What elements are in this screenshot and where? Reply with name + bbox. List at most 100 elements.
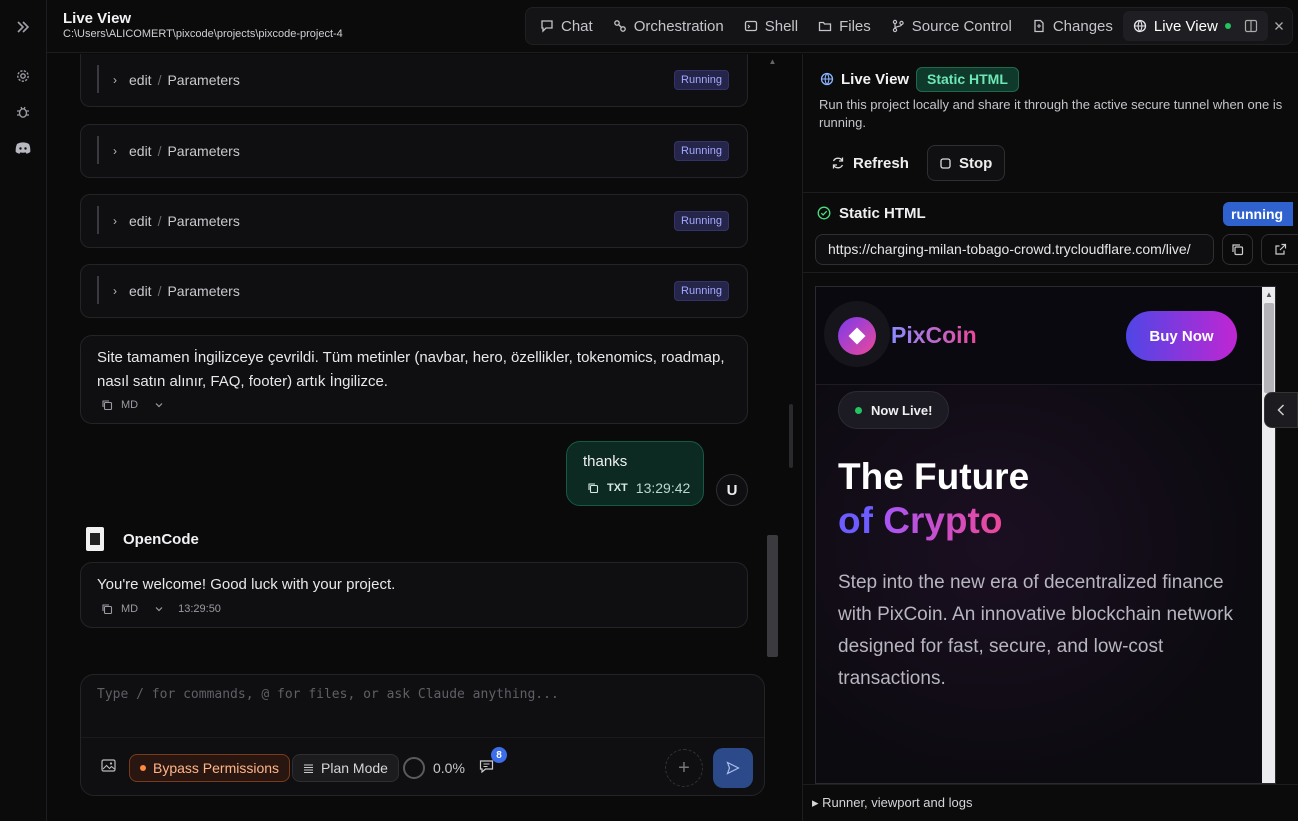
copy-icon[interactable] bbox=[101, 399, 113, 411]
divider bbox=[803, 192, 1298, 193]
user-avatar: U bbox=[716, 474, 748, 506]
preview-buy-button[interactable]: Buy Now bbox=[1126, 311, 1237, 361]
globe-icon bbox=[1133, 19, 1147, 33]
message-composer: Type / for commands, @ for files, or ask… bbox=[80, 674, 765, 796]
message-text: Site tamamen İngilizceye çevrildi. Tüm m… bbox=[97, 349, 725, 390]
chevron-right-icon: › bbox=[113, 144, 117, 158]
tool-call-card[interactable]: › edit / Parameters Running bbox=[80, 194, 748, 248]
chat-icon bbox=[541, 20, 553, 33]
message-text: You're welcome! Good luck with your proj… bbox=[97, 576, 396, 593]
tool-call-card[interactable]: › edit / Parameters Running bbox=[80, 54, 748, 107]
list-icon bbox=[304, 763, 313, 773]
live-label: Now Live! bbox=[871, 402, 933, 418]
scroll-up-arrow[interactable]: ▲ bbox=[767, 57, 778, 67]
runner-logs-toggle[interactable]: ▸ Runner, viewport and logs bbox=[812, 795, 972, 811]
message-meta: TXT 13:29:42 bbox=[587, 480, 690, 496]
format-label: MD bbox=[121, 603, 139, 615]
bypass-label: Bypass Permissions bbox=[153, 760, 280, 776]
tool-call-accent bbox=[97, 276, 99, 304]
tab-label: Live View bbox=[1153, 17, 1218, 35]
tool-separator: / bbox=[157, 72, 162, 88]
tab-label: Files bbox=[839, 17, 871, 35]
stop-label: Stop bbox=[959, 154, 993, 172]
tool-target: Parameters bbox=[167, 72, 240, 88]
bug-report-icon[interactable] bbox=[12, 101, 34, 123]
close-icon bbox=[1274, 22, 1283, 30]
context-usage-ring bbox=[403, 757, 425, 779]
tool-separator: / bbox=[157, 283, 162, 299]
folder-icon bbox=[818, 21, 832, 32]
bypass-permissions-button[interactable]: Bypass Permissions bbox=[129, 754, 291, 782]
panel-description: Run this project locally and share it th… bbox=[819, 97, 1283, 130]
collapse-panel-button[interactable] bbox=[1264, 392, 1298, 428]
close-tab-button[interactable] bbox=[1268, 11, 1290, 41]
refresh-button[interactable]: Refresh bbox=[819, 145, 921, 181]
message-queue-icon[interactable] bbox=[479, 759, 494, 778]
open-external-button[interactable] bbox=[1261, 234, 1298, 265]
tab-files[interactable]: Files bbox=[808, 11, 881, 41]
refresh-label: Refresh bbox=[853, 154, 909, 172]
status-badge: Running bbox=[674, 211, 729, 231]
message-text: thanks bbox=[583, 453, 628, 470]
attach-image-icon[interactable] bbox=[101, 759, 116, 777]
preview-scrollbar-thumb[interactable] bbox=[1264, 303, 1274, 393]
send-button[interactable] bbox=[713, 748, 753, 788]
copy-url-button[interactable] bbox=[1222, 234, 1253, 265]
context-usage-percent: 0.0% bbox=[433, 760, 465, 776]
tool-call-card[interactable]: › edit / Parameters Running bbox=[80, 264, 748, 318]
preview-scroll-up-arrow[interactable]: ▲ bbox=[1265, 290, 1273, 299]
tab-live-view[interactable]: Live View bbox=[1122, 11, 1268, 41]
site-preview-frame[interactable]: PixCoin Buy Now Now Live! The Future of … bbox=[815, 286, 1276, 784]
settings-gear-icon[interactable] bbox=[12, 65, 34, 87]
file-diff-icon bbox=[1034, 19, 1044, 33]
tool-call-label: edit / Parameters bbox=[129, 72, 240, 88]
chat-scrollbar-thumb[interactable] bbox=[767, 535, 778, 657]
discord-icon[interactable] bbox=[12, 137, 34, 159]
stop-button[interactable]: Stop bbox=[927, 145, 1006, 181]
split-view-icon[interactable] bbox=[1244, 19, 1258, 33]
tool-action: edit bbox=[129, 143, 152, 159]
preview-navbar: PixCoin Buy Now bbox=[816, 287, 1262, 385]
tab-source-control[interactable]: Source Control bbox=[881, 11, 1022, 41]
tab-orchestration[interactable]: Orchestration bbox=[603, 11, 734, 41]
copy-icon[interactable] bbox=[101, 603, 113, 615]
git-branch-icon bbox=[892, 19, 904, 33]
runner-label: Runner, viewport and logs bbox=[822, 795, 973, 810]
left-rail bbox=[0, 0, 47, 821]
stop-icon bbox=[940, 157, 951, 169]
tool-target: Parameters bbox=[167, 213, 240, 229]
composer-input[interactable]: Type / for commands, @ for files, or ask… bbox=[97, 687, 559, 702]
tab-chat[interactable]: Chat bbox=[530, 11, 603, 41]
top-header: Live View C:\Users\ALICOMERT\pixcode\pro… bbox=[47, 0, 1298, 53]
tab-changes[interactable]: Changes bbox=[1022, 11, 1123, 41]
plan-label: Plan Mode bbox=[321, 760, 388, 776]
chevron-down-icon[interactable] bbox=[154, 400, 164, 410]
external-link-icon bbox=[1275, 243, 1287, 255]
tool-call-card[interactable]: › edit / Parameters Running bbox=[80, 124, 748, 178]
user-message: thanks TXT 13:29:42 bbox=[566, 441, 704, 506]
copy-icon[interactable] bbox=[587, 482, 599, 494]
tool-call-label: edit / Parameters bbox=[129, 213, 240, 229]
check-circle-icon bbox=[817, 206, 831, 225]
preview-live-badge: Now Live! bbox=[838, 391, 950, 429]
tab-label: Changes bbox=[1052, 17, 1113, 35]
shell-icon bbox=[744, 20, 757, 32]
panel-resize-handle[interactable] bbox=[789, 404, 793, 468]
tool-separator: / bbox=[157, 213, 162, 229]
assistant-message: Site tamamen İngilizceye çevrildi. Tüm m… bbox=[80, 335, 748, 424]
timestamp: 13:29:42 bbox=[635, 480, 691, 496]
preview-headline-line2: of Crypto bbox=[838, 499, 1002, 543]
tunnel-url-field[interactable]: https://charging-milan-tobago-crowd.tryc… bbox=[815, 234, 1214, 265]
expand-sidebar-icon[interactable] bbox=[12, 16, 34, 38]
chevron-down-icon[interactable] bbox=[154, 604, 164, 614]
tool-call-label: edit / Parameters bbox=[129, 283, 240, 299]
add-button[interactable]: + bbox=[665, 749, 703, 787]
tab-label: Shell bbox=[764, 17, 799, 35]
agent-name: OpenCode bbox=[123, 531, 199, 548]
tool-call-accent bbox=[97, 136, 99, 164]
format-label: TXT bbox=[607, 482, 628, 494]
tab-shell[interactable]: Shell bbox=[734, 11, 808, 41]
opencode-logo bbox=[86, 527, 104, 551]
chevron-left-icon bbox=[1277, 404, 1285, 416]
plan-mode-button[interactable]: Plan Mode bbox=[292, 754, 399, 782]
